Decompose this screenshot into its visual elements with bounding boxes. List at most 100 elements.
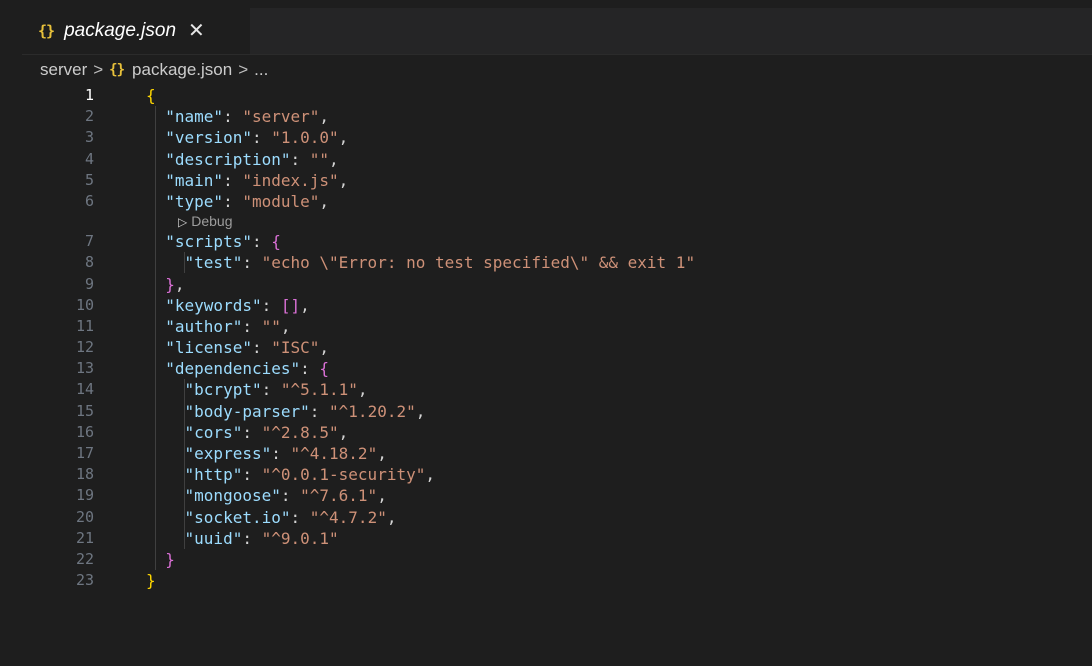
breadcrumb-folder[interactable]: server: [40, 60, 87, 80]
code-line[interactable]: 23}: [22, 570, 1092, 591]
code-token: :: [261, 295, 281, 315]
code-token: ,: [415, 401, 426, 421]
line-number: 1: [84, 86, 94, 104]
code-token: }: [165, 549, 175, 569]
line-number: 11: [75, 316, 94, 335]
code-token: ,: [319, 191, 330, 211]
tab-package-json[interactable]: {} package.json ✕: [22, 8, 250, 54]
close-icon[interactable]: ✕: [188, 21, 205, 41]
line-number: 21: [75, 528, 94, 547]
line-number: 5: [84, 170, 94, 189]
code-token: :: [242, 253, 262, 273]
code-token: "socket.io": [184, 507, 291, 527]
line-code: "body-parser": "^1.20.2",: [146, 401, 426, 422]
code-token: "scripts": [165, 232, 252, 252]
line-number: 10: [75, 295, 94, 314]
code-token: "module": [242, 191, 320, 211]
code-line[interactable]: 16 "cors": "^2.8.5",: [22, 422, 1092, 443]
code-token: "dependencies": [165, 359, 301, 379]
code-line[interactable]: 11 "author": "",: [22, 316, 1092, 337]
code-line[interactable]: 15 "body-parser": "^1.20.2",: [22, 401, 1092, 422]
code-line[interactable]: 12 "license": "ISC",: [22, 337, 1092, 358]
code-line[interactable]: 14 "bcrypt": "^5.1.1",: [22, 379, 1092, 400]
code-line[interactable]: 20 "socket.io": "^4.7.2",: [22, 507, 1092, 528]
code-token: "": [261, 316, 281, 336]
code-token: ,: [329, 149, 339, 169]
code-line[interactable]: 18 "http": "^0.0.1-security",: [22, 464, 1092, 485]
code-token: "http": [184, 465, 243, 485]
code-line[interactable]: 1{: [22, 85, 1092, 106]
breadcrumb-file[interactable]: package.json: [132, 60, 232, 80]
code-token: "mongoose": [184, 486, 281, 506]
chevron-right-icon: >: [238, 60, 249, 79]
breadcrumb: server > {} package.json > ...: [22, 55, 1092, 85]
codelens-label: Debug: [191, 213, 233, 230]
code-line[interactable]: 4 "description": "",: [22, 149, 1092, 170]
code-token: ,: [338, 128, 349, 148]
line-number: 18: [75, 465, 94, 484]
code-token: "^1.20.2": [329, 401, 416, 421]
code-token: "main": [165, 170, 224, 190]
code-line[interactable]: 3 "version": "1.0.0",: [22, 127, 1092, 148]
code-token: ,: [377, 486, 387, 506]
code-token: "^2.8.5": [261, 422, 339, 442]
code-token: "author": [165, 316, 243, 336]
code-editor[interactable]: 1{2 "name": "server", 3 "version": "1.0.0…: [22, 85, 1092, 591]
code-token: :: [223, 191, 243, 211]
code-token: "server": [242, 107, 320, 127]
code-token: :: [271, 444, 291, 463]
line-code: "version": "1.0.0",: [146, 127, 348, 148]
indent-guide: [155, 106, 156, 570]
code-token: :: [300, 359, 320, 379]
codelens-debug-link[interactable]: ▷ Debug: [178, 212, 233, 232]
line-code: "dependencies": {: [146, 358, 329, 379]
line-number: 16: [75, 422, 94, 441]
code-token: "cors": [184, 422, 243, 442]
code-token: ,: [377, 444, 387, 463]
indent-guide: [184, 252, 185, 273]
code-line[interactable]: 13 "dependencies": {: [22, 358, 1092, 379]
code-token: "echo \"Error: no test specified\" && ex…: [261, 253, 696, 273]
code-token: :: [251, 232, 272, 252]
code-line[interactable]: 2 "name": "server",: [22, 106, 1092, 127]
code-line[interactable]: 7 "scripts": {: [22, 231, 1092, 252]
code-line[interactable]: 17 "express": "^4.18.2",: [22, 443, 1092, 464]
code-line[interactable]: 22 }: [22, 549, 1092, 570]
code-token: ,: [319, 107, 330, 127]
line-number: 13: [75, 359, 94, 378]
breadcrumb-trail[interactable]: ...: [254, 60, 268, 80]
code-line[interactable]: 19 "mongoose": "^7.6.1",: [22, 485, 1092, 506]
code-token: {: [319, 359, 330, 379]
chevron-right-icon: >: [93, 60, 104, 79]
line-number: 8: [84, 253, 94, 272]
code-token: :: [242, 465, 262, 485]
code-line[interactable]: 6 "type": "module",: [22, 191, 1092, 212]
code-line[interactable]: 21 "uuid": "^9.0.1": [22, 528, 1092, 549]
code-line[interactable]: 5 "main": "index.js",: [22, 170, 1092, 191]
code-token: ,: [338, 170, 349, 190]
code-token: :: [280, 486, 301, 506]
code-token: "^4.18.2": [290, 444, 378, 463]
code-token: :: [223, 170, 243, 190]
tab-bar: {} package.json ✕: [22, 8, 1092, 55]
code-line[interactable]: 9 },: [22, 274, 1092, 295]
code-token: :: [223, 107, 243, 127]
code-line[interactable]: 8 "test": "echo \"Error: no test specifi…: [22, 252, 1092, 273]
line-code: "mongoose": "^7.6.1",: [146, 485, 387, 506]
code-token: {: [146, 86, 156, 105]
indent-guide: [184, 379, 185, 549]
code-token: :: [261, 380, 281, 400]
play-triangle-icon: ▷: [178, 215, 188, 230]
code-token: "uuid": [184, 528, 243, 548]
code-token: ,: [280, 316, 291, 336]
code-line[interactable]: 10 "keywords": [],: [22, 295, 1092, 316]
code-token: {: [271, 232, 281, 252]
code-token: :: [309, 401, 330, 421]
code-token: "ISC": [271, 338, 320, 358]
code-token: "": [309, 149, 330, 169]
code-token: ,: [357, 380, 368, 400]
